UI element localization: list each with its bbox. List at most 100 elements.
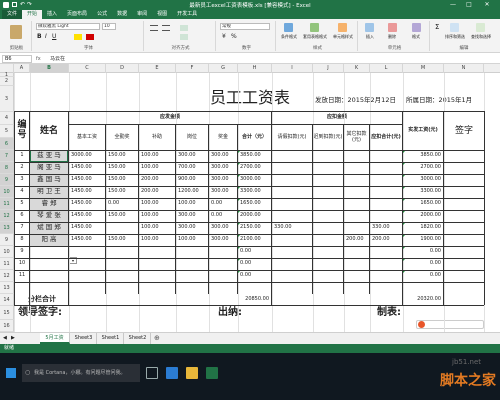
insert-cells-button[interactable]: 插入 xyxy=(360,34,380,40)
cell-late[interactable] xyxy=(313,198,343,210)
cell-bonus[interactable]: 300.00 xyxy=(209,162,237,174)
number-format-select[interactable]: 常规 xyxy=(220,23,270,30)
ime-toolbar-icon[interactable] xyxy=(416,320,484,329)
merge-center-icon[interactable] xyxy=(180,34,188,40)
close-button[interactable]: ✕ xyxy=(480,0,494,10)
row-header[interactable]: 8 xyxy=(0,162,14,174)
cell-leave[interactable] xyxy=(272,162,312,174)
cell-no[interactable]: 7 xyxy=(15,222,29,234)
cell-late[interactable] xyxy=(313,258,343,270)
column-header[interactable]: K xyxy=(344,64,370,73)
header-no[interactable]: 编号 xyxy=(15,112,29,150)
row-header[interactable]: 13 xyxy=(0,222,14,234)
sheet-tab-sheet1[interactable]: Sheet1 xyxy=(98,333,124,344)
cell-actual[interactable]: 2000.00 xyxy=(403,210,443,222)
cell-att[interactable]: 0.00 xyxy=(106,198,138,210)
tab-review[interactable]: 审阅 xyxy=(132,10,152,19)
cell-name[interactable]: 阁 亚 马 xyxy=(30,162,68,174)
cell-post[interactable]: 300.00 xyxy=(176,150,208,162)
cell-post[interactable]: 300.00 xyxy=(176,210,208,222)
cell-late[interactable] xyxy=(313,246,343,258)
cell-att[interactable] xyxy=(106,270,138,282)
cell-other[interactable] xyxy=(344,270,369,282)
row-header[interactable]: 11 xyxy=(0,258,14,270)
sheet-tab-sheet3[interactable]: Sheet3 xyxy=(71,333,97,344)
cell-no[interactable]: 9 xyxy=(15,246,29,258)
cell-base[interactable]: 1450.00 xyxy=(69,186,105,198)
column-header[interactable]: D xyxy=(106,64,139,73)
tab-page-layout[interactable]: 页面布局 xyxy=(62,10,92,19)
tab-home[interactable]: 开始 xyxy=(22,10,43,19)
header-payable[interactable]: 应发金额 xyxy=(69,112,271,124)
sort-filter-icon[interactable] xyxy=(450,23,459,32)
cell-no[interactable]: 6 xyxy=(15,210,29,222)
header-leave[interactable]: 请假扣款(元) xyxy=(272,125,312,150)
cell-dtotal[interactable] xyxy=(370,258,402,270)
header-sign[interactable]: 签字 xyxy=(444,112,484,150)
row-header[interactable]: 6 xyxy=(0,138,14,150)
cell-total[interactable]: 2150.00 xyxy=(238,222,271,234)
minimize-button[interactable]: — xyxy=(446,0,460,10)
bold-icon[interactable]: B xyxy=(37,33,42,40)
cell-dtotal[interactable] xyxy=(370,186,402,198)
cell-name[interactable]: 睿 郑 xyxy=(30,198,68,210)
tab-data[interactable]: 数据 xyxy=(112,10,132,19)
cell-sub[interactable] xyxy=(139,246,175,258)
header-name[interactable]: 姓名 xyxy=(30,112,68,150)
cell-base[interactable] xyxy=(69,270,105,282)
cell-sub[interactable]: 200.00 xyxy=(139,174,175,186)
cell-post[interactable]: 100.00 xyxy=(176,234,208,246)
cell-leave[interactable] xyxy=(272,150,312,162)
cell-name[interactable]: 茲 亚 马 xyxy=(30,150,68,162)
cell-total[interactable]: 2700.00 xyxy=(238,162,271,174)
cell-no[interactable]: 3 xyxy=(15,174,29,186)
column-header[interactable]: C xyxy=(69,64,106,73)
row-header[interactable]: 15 xyxy=(0,306,14,320)
cell-bonus[interactable]: 300.00 xyxy=(209,186,237,198)
cell-bonus[interactable]: 0.00 xyxy=(209,210,237,222)
tab-developer[interactable]: 开发工具 xyxy=(172,10,202,19)
column-header[interactable]: F xyxy=(176,64,209,73)
cell-sub[interactable]: 200.00 xyxy=(139,186,175,198)
cell-late[interactable] xyxy=(313,270,343,282)
header-bonus[interactable]: 奖金 xyxy=(209,125,237,150)
cell-att[interactable] xyxy=(106,258,138,270)
cell-total[interactable]: 2100.00 xyxy=(238,234,271,246)
sheet-prev-icon[interactable]: ◀ xyxy=(3,335,7,341)
column-header[interactable]: G xyxy=(209,64,238,73)
wrap-text-icon[interactable] xyxy=(180,25,188,31)
cell-name[interactable]: 琴 爱 张 xyxy=(30,210,68,222)
row-header[interactable]: 11 xyxy=(0,198,14,210)
formula-input[interactable]: 马云在 xyxy=(48,55,496,63)
add-sheet-icon[interactable]: ⊕ xyxy=(154,334,160,342)
cell-total[interactable]: 0.00 xyxy=(238,258,271,270)
cell-post[interactable]: 900.00 xyxy=(176,174,208,186)
cell-base[interactable]: 1450.00 xyxy=(69,162,105,174)
cell-base[interactable]: 3000.00 xyxy=(69,150,105,162)
cell-no[interactable]: 10 xyxy=(15,258,29,270)
underline-icon[interactable]: U xyxy=(52,33,56,40)
align-center-icon[interactable] xyxy=(162,25,170,31)
cell-leave[interactable]: 330.00 xyxy=(272,222,312,234)
column-header[interactable]: A xyxy=(14,64,30,73)
cell-other[interactable] xyxy=(344,174,369,186)
cell-late[interactable] xyxy=(313,210,343,222)
cell-name[interactable]: 阳 高 xyxy=(30,234,68,246)
fx-icon[interactable]: fx xyxy=(36,55,41,63)
row-header[interactable]: 2 xyxy=(0,77,14,86)
cell-base[interactable]: 1450.00 xyxy=(69,234,105,246)
header-deduct-total[interactable]: 应扣合计(元) xyxy=(370,125,402,150)
cell-no[interactable]: 5 xyxy=(15,198,29,210)
row-header[interactable]: 14 xyxy=(0,294,14,306)
cell-base[interactable]: 1450.00 xyxy=(69,222,105,234)
cell-name[interactable] xyxy=(30,270,68,282)
cell-other[interactable] xyxy=(344,246,369,258)
tab-file[interactable]: 文件 xyxy=(2,10,23,19)
period[interactable]: 所属日期：2015年1月 xyxy=(404,95,480,107)
sort-filter-button[interactable]: 排序和筛选 xyxy=(442,34,468,40)
cell-no[interactable]: 11 xyxy=(15,270,29,282)
cell-dtotal[interactable] xyxy=(370,246,402,258)
cell-actual[interactable]: 3300.00 xyxy=(403,186,443,198)
cell-total[interactable]: 0.00 xyxy=(238,246,271,258)
cell-dtotal[interactable] xyxy=(370,174,402,186)
